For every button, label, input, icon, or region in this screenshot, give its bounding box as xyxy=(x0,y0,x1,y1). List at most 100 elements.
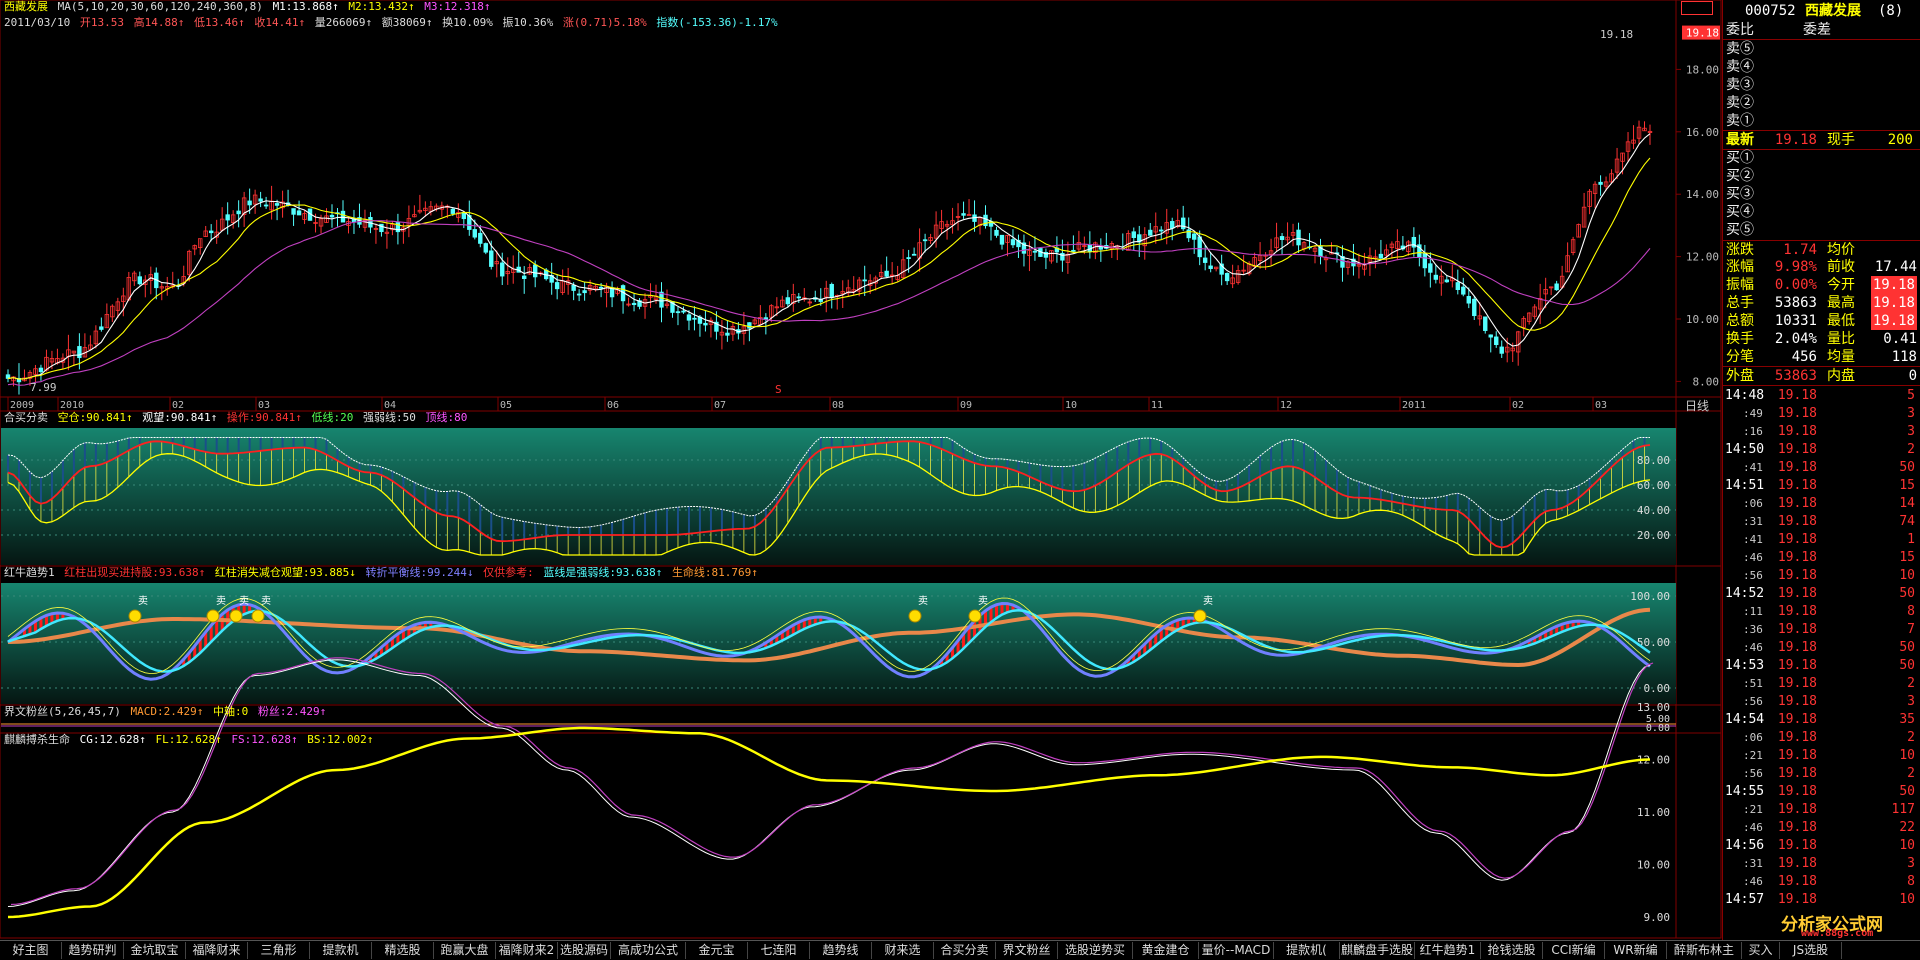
tab-28[interactable]: JS选股 xyxy=(1780,942,1842,959)
tick-row[interactable]: :46 19.18 15 xyxy=(1723,549,1920,566)
tab-24[interactable]: CCI新编 xyxy=(1543,942,1605,959)
tab-16[interactable]: 界文粉丝 xyxy=(996,942,1058,959)
stat-label-2: 前收 xyxy=(1827,259,1855,275)
time-tick-label: 06 xyxy=(607,400,619,411)
tick-row[interactable]: :56 19.18 2 xyxy=(1723,765,1920,782)
candle-body xyxy=(681,310,686,313)
tab-0[interactable]: 好主图 xyxy=(0,942,62,959)
stat-label-2: 最高 xyxy=(1827,295,1855,311)
smiley-icon xyxy=(206,609,220,623)
tick-row[interactable]: 14:51 19.18 15 xyxy=(1723,477,1920,494)
tick-row[interactable]: :56 19.18 3 xyxy=(1723,693,1920,710)
tick-row[interactable]: :06 19.18 2 xyxy=(1723,729,1920,746)
tick-row[interactable]: 14:48 19.18 5 xyxy=(1723,387,1920,404)
stat-label: 总额 xyxy=(1726,313,1754,329)
tick-row[interactable]: :46 19.18 8 xyxy=(1723,873,1920,890)
stat-label-2: 最低 xyxy=(1827,313,1855,329)
tick-row[interactable]: 14:54 19.18 35 xyxy=(1723,711,1920,728)
candle-body xyxy=(1191,233,1197,240)
tick-row[interactable]: :41 19.18 1 xyxy=(1723,531,1920,548)
tab-23[interactable]: 抢钱选股 xyxy=(1481,942,1543,959)
tab-3[interactable]: 福降财来 xyxy=(186,942,248,959)
candle-body xyxy=(785,297,791,305)
tab-14[interactable]: 财来选 xyxy=(872,942,934,959)
tick-time: :46 xyxy=(1743,551,1763,564)
tab-18[interactable]: 黄金建仓 xyxy=(1133,942,1199,959)
tab-9[interactable]: 选股源码 xyxy=(558,942,611,959)
tick-row[interactable]: :11 19.18 8 xyxy=(1723,603,1920,620)
stat-row: 总额 10331 最低 19.18 xyxy=(1723,312,1920,330)
tick-price: 19.18 xyxy=(1777,676,1817,691)
tab-25[interactable]: WR新编 xyxy=(1605,942,1667,959)
tick-row[interactable]: :41 19.18 50 xyxy=(1723,459,1920,476)
tick-row[interactable]: 14:55 19.18 50 xyxy=(1723,783,1920,800)
candle-body xyxy=(1071,249,1076,252)
tab-17[interactable]: 选股逆势买 xyxy=(1058,942,1133,959)
tab-27[interactable]: 买入 xyxy=(1742,942,1780,959)
candle-body xyxy=(263,204,269,207)
tick-row[interactable]: 14:52 19.18 50 xyxy=(1723,585,1920,602)
tab-10[interactable]: 高成功公式 xyxy=(611,942,686,959)
tab-7[interactable]: 跑赢大盘 xyxy=(434,942,496,959)
collapse-button[interactable] xyxy=(1681,1,1713,15)
tab-20[interactable]: 提款机( xyxy=(1274,942,1340,959)
tick-row[interactable]: :21 19.18 117 xyxy=(1723,801,1920,818)
tick-row[interactable]: :51 19.18 2 xyxy=(1723,675,1920,692)
tab-26[interactable]: 醉斯布林主 xyxy=(1667,942,1742,959)
bar-amount: 额38069↑ xyxy=(381,16,433,29)
tick-row[interactable]: 14:56 19.18 10 xyxy=(1723,837,1920,854)
tick-row[interactable]: :16 19.18 3 xyxy=(1723,423,1920,440)
tab-22[interactable]: 红牛趋势1 xyxy=(1415,942,1481,959)
tick-row[interactable]: :49 19.18 3 xyxy=(1723,405,1920,422)
tab-1[interactable]: 趋势研判 xyxy=(62,942,124,959)
tab-6[interactable]: 精选股 xyxy=(372,942,434,959)
tick-row[interactable]: :31 19.18 74 xyxy=(1723,513,1920,530)
candle-body xyxy=(1131,231,1136,238)
main-header-line2: 2011/03/10 开13.53 高14.88↑ 低13.46↑ 收14.41… xyxy=(4,16,781,30)
low-price-label: 7.99 xyxy=(30,381,57,394)
tab-5[interactable]: 提款机 xyxy=(310,942,372,959)
chart-area[interactable]: 18.00 16.00 14.00 12.00 10.00 8.00 19.18 2009 2… xyxy=(0,0,1722,940)
tick-row[interactable]: :46 19.18 22 xyxy=(1723,819,1920,836)
quote-stock-name: 西藏发展 xyxy=(1805,3,1861,19)
tick-row[interactable]: 14:57 19.18 10 xyxy=(1723,891,1920,908)
tick-row[interactable]: :31 19.18 3 xyxy=(1723,855,1920,872)
period-label[interactable]: 日线 xyxy=(1685,397,1709,414)
candle-body xyxy=(582,290,587,294)
tick-row[interactable]: 14:53 19.18 50 xyxy=(1723,657,1920,674)
tick-time: :41 xyxy=(1743,461,1763,474)
tick-row[interactable]: :46 19.18 50 xyxy=(1723,639,1920,656)
tick-row[interactable]: 14:50 19.18 2 xyxy=(1723,441,1920,458)
sell-order-label: 卖① xyxy=(1726,113,1754,129)
tick-volume: 50 xyxy=(1899,658,1915,673)
panel4-yellow-line xyxy=(7,726,1651,919)
panel4-tick-label: 9.00 xyxy=(1644,911,1671,924)
tab-4[interactable]: 三角形 xyxy=(248,942,310,959)
ma-m3: M3:12.318↑ xyxy=(424,0,491,13)
chart-canvas[interactable]: 18.0016.0014.0012.0010.008.0019.18 2009 2… xyxy=(0,0,1722,940)
tick-row[interactable]: :06 19.18 14 xyxy=(1723,495,1920,512)
tab-11[interactable]: 金元宝 xyxy=(686,942,748,959)
xianshou-label: 现手 xyxy=(1827,132,1855,148)
candle-body xyxy=(884,270,889,277)
candle-body xyxy=(99,326,104,330)
stock-name-title: 西藏发展 xyxy=(4,0,48,13)
sell-mark-label: 卖 xyxy=(1203,595,1213,607)
tick-row[interactable]: :56 19.18 10 xyxy=(1723,567,1920,584)
candle-body xyxy=(1554,283,1559,291)
quote-stock-suffix: (8) xyxy=(1878,3,1904,19)
stat-value-2: 0 xyxy=(1908,368,1917,384)
tick-row[interactable]: :36 19.18 7 xyxy=(1723,621,1920,638)
tab-2[interactable]: 金坑取宝 xyxy=(124,942,186,959)
tick-price: 19.18 xyxy=(1777,388,1817,403)
tab-19[interactable]: 量价--MACD xyxy=(1199,942,1274,959)
panel3-title: 界文粉丝(5,26,45,7) xyxy=(4,705,121,718)
tab-8[interactable]: 福降财来2 xyxy=(496,942,558,959)
tab-12[interactable]: 七连阳 xyxy=(748,942,810,959)
tab-21[interactable]: 麒麟盘手选股 xyxy=(1340,942,1415,959)
tab-13[interactable]: 趋势线 xyxy=(810,942,872,959)
tick-row[interactable]: :21 19.18 10 xyxy=(1723,747,1920,764)
candle-body xyxy=(450,208,456,214)
tick-time: 14:52 xyxy=(1725,586,1765,601)
tab-15[interactable]: 合买分卖 xyxy=(934,942,996,959)
